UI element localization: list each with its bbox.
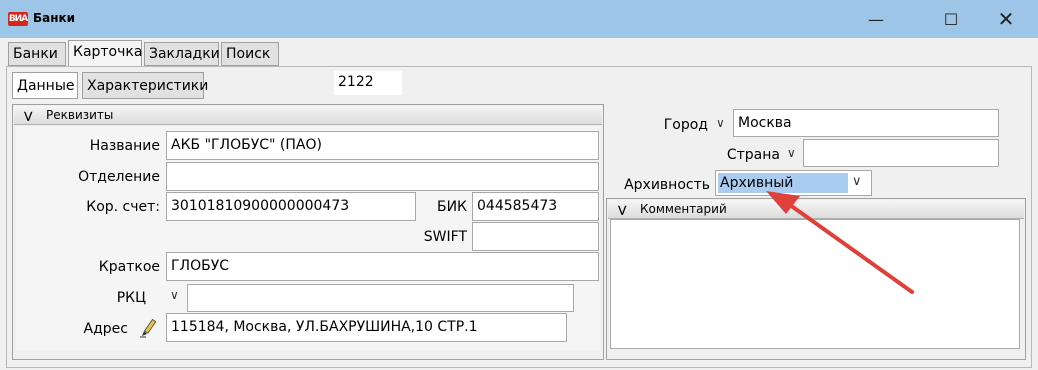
tab-characteristics[interactable]: Характеристики xyxy=(82,72,208,99)
bik-field[interactable]: 044585473 xyxy=(472,192,599,221)
short-name-field[interactable]: ГЛОБУС xyxy=(166,252,599,281)
swift-field[interactable] xyxy=(472,222,599,251)
city-field[interactable]: Москва xyxy=(733,109,999,137)
tab-bookmarks[interactable]: Закладки xyxy=(144,42,220,66)
archive-label: Архивность xyxy=(624,177,710,193)
branch-label: Отделение xyxy=(78,169,160,185)
archive-select[interactable]: Архивный ∨ xyxy=(715,170,872,196)
tab-banks[interactable]: Банки xyxy=(8,42,66,66)
rkc-field[interactable] xyxy=(187,284,574,312)
minimize-icon[interactable]: — xyxy=(853,0,899,38)
branch-field[interactable] xyxy=(166,162,599,191)
address-label: Адрес xyxy=(83,321,128,337)
name-label: Название xyxy=(89,138,160,154)
comment-title: Комментарий xyxy=(640,202,727,216)
archive-value: Архивный xyxy=(718,173,848,193)
corr-account-field[interactable]: 30101810900000000473 xyxy=(166,192,416,221)
country-dropdown-icon[interactable]: ∨ xyxy=(787,146,796,160)
short-name-label: Краткое xyxy=(98,259,160,275)
city-dropdown-icon[interactable]: ∨ xyxy=(716,116,725,130)
maximize-icon[interactable]: ☐ xyxy=(928,0,974,38)
tab-search[interactable]: Поиск xyxy=(221,42,279,66)
chevron-down-icon: ⋁ xyxy=(618,205,627,216)
requisites-header[interactable]: ⋁ Реквизиты xyxy=(14,106,602,125)
close-icon[interactable]: ✕ xyxy=(983,0,1029,38)
name-field[interactable]: АКБ "ГЛОБУС" (ПАО) xyxy=(166,131,599,160)
record-id: 2122 xyxy=(334,71,402,95)
corr-account-label: Кор. счет: xyxy=(86,199,160,215)
chevron-down-icon: ⋁ xyxy=(24,111,33,122)
comment-field[interactable] xyxy=(610,219,1020,349)
country-label: Страна xyxy=(726,147,780,163)
tab-data[interactable]: Данные xyxy=(12,72,78,99)
edit-pencil-icon[interactable] xyxy=(138,317,160,339)
window-title: Банки xyxy=(33,11,76,25)
tab-card[interactable]: Карточка xyxy=(68,40,142,67)
country-field[interactable] xyxy=(803,139,999,167)
address-field[interactable]: 115184, Москва, УЛ.БАХРУШИНА,10 СТР.1 xyxy=(166,313,567,342)
archive-dropdown-icon[interactable]: ∨ xyxy=(852,174,862,189)
requisites-title: Реквизиты xyxy=(46,108,114,122)
bik-label: БИК xyxy=(436,199,467,215)
app-logo: ВИА xyxy=(8,12,28,26)
rkc-dropdown-icon[interactable]: ∨ xyxy=(170,288,179,302)
rkc-label: РКЦ xyxy=(116,290,146,306)
swift-label: SWIFT xyxy=(423,229,467,245)
comment-header[interactable]: ⋁ Комментарий xyxy=(608,200,1024,219)
city-label: Город xyxy=(663,117,708,133)
